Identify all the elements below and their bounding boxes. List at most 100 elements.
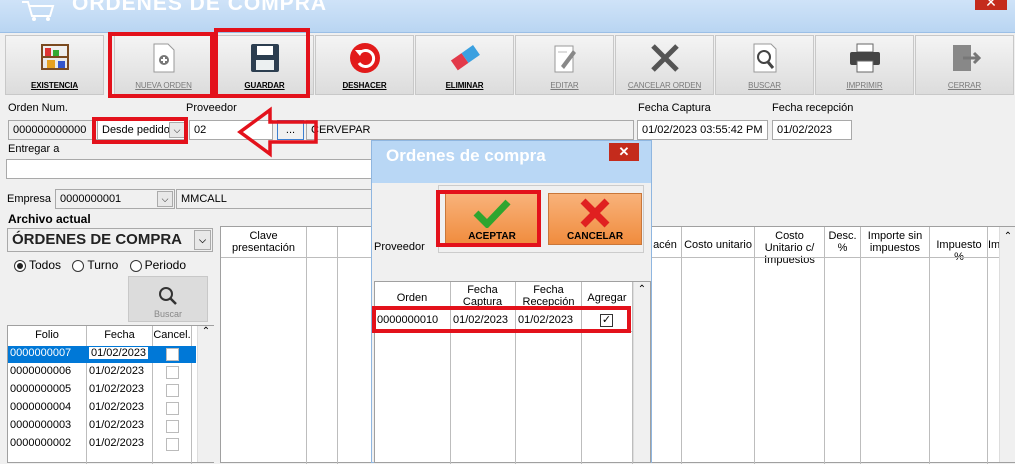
x-icon [650, 44, 679, 72]
row-fecha: 01/02/2023 [89, 419, 145, 431]
eraser-icon [450, 45, 480, 71]
col-importe-sin-impuestos: Importe sin impuestos [861, 230, 929, 254]
fecha-recepcion-field[interactable]: 01/02/2023 [772, 120, 852, 140]
buscar-label: BUSCAR [748, 81, 781, 90]
row-fecha: 01/02/2023 [89, 347, 149, 359]
shelf-icon [40, 44, 69, 70]
chevron-up-icon: ⌃ [637, 284, 647, 295]
detail-scrollbar[interactable]: ⌃ [999, 227, 1015, 462]
dialog-proveedor-label: Proveedor [374, 241, 425, 253]
chevron-down-icon: ⌵ [194, 230, 211, 250]
annotation-box [92, 117, 188, 144]
row-folio: 0000000007 [10, 347, 72, 359]
col-costo-unitario-imp: Costo Unitario c/ Impuestos [755, 230, 824, 266]
empresa-code-value: 0000000001 [60, 193, 122, 205]
radio-turno-circle [72, 259, 85, 272]
folios-scrollbar[interactable]: ⌃ [197, 326, 214, 462]
edit-icon [554, 45, 576, 73]
archivo-actual-label: Archivo actual [8, 212, 91, 226]
archivo-buscar-button[interactable]: Buscar [128, 276, 208, 322]
cancelar-orden-button[interactable]: CANCELAR ORDEN [615, 35, 714, 95]
archivo-actual-select[interactable]: ÓRDENES DE COMPRA ⌵ [7, 228, 213, 252]
radio-periodo[interactable]: Periodo [129, 258, 186, 272]
existencia-button[interactable]: EXISTENCIA [5, 35, 104, 95]
fecha-recepcion-label: Fecha recepción [772, 102, 854, 114]
orden-num-field: 000000000000 [8, 120, 98, 140]
empresa-name-field: MMCALL [176, 189, 374, 209]
dialog-close-button[interactable]: ✕ [609, 143, 639, 161]
row-cancel-checkbox[interactable] [166, 402, 179, 415]
row-cancel-checkbox[interactable] [166, 348, 179, 361]
chevron-down-icon: ⌵ [157, 191, 173, 207]
col-fecha: Fecha [87, 329, 152, 341]
col-almacen: acén [649, 239, 681, 251]
empresa-code-field[interactable]: 0000000001 ⌵ [55, 189, 175, 209]
col-costo-unitario: Costo unitario [682, 239, 754, 251]
col-fecha-captura: Fecha Captura [451, 284, 514, 308]
row-cancel-checkbox[interactable] [166, 366, 179, 379]
col-cancel: Cancel. [153, 329, 191, 341]
col-fecha-recepcion: Fecha Recepción [516, 284, 581, 308]
shopping-cart-icon [22, 1, 55, 21]
entregar-label: Entregar a [8, 143, 60, 155]
row-cancel-checkbox[interactable] [166, 384, 179, 397]
cancelar-button[interactable]: CANCELAR [548, 193, 642, 245]
archivo-actual-value: ÓRDENES DE COMPRA [12, 231, 183, 248]
annotation-box [372, 306, 631, 333]
exit-door-icon [952, 45, 981, 71]
cerrar-label: CERRAR [947, 81, 982, 90]
radio-turno[interactable]: Turno [72, 258, 118, 272]
radio-turno-label: Turno [87, 258, 119, 272]
dialog-title-bar: Ordenes de compra ✕ [372, 141, 651, 183]
row-fecha: 01/02/2023 [89, 437, 145, 449]
editar-button[interactable]: EDITAR [515, 35, 614, 95]
row-cancel-checkbox[interactable] [166, 420, 179, 433]
cancelar-label: CANCELAR [566, 231, 624, 242]
radio-todos-label: Todos [29, 258, 62, 272]
col-desc: Desc. % [825, 230, 860, 254]
archivo-buscar-label: Buscar [153, 309, 182, 319]
col-orden: Orden [375, 292, 449, 304]
row-folio[interactable]: 0000000004 [10, 401, 71, 413]
row-fecha: 01/02/2023 [89, 383, 145, 395]
imprimir-label: IMPRIMIR [846, 81, 883, 90]
empresa-label: Empresa [7, 193, 52, 205]
row-folio[interactable]: 0000000006 [10, 365, 71, 377]
row-folio[interactable]: 0000000002 [10, 437, 71, 449]
row-folio[interactable]: 0000000005 [10, 383, 71, 395]
fecha-captura-field[interactable]: 01/02/2023 03:55:42 PM [637, 120, 768, 140]
entregar-field[interactable] [6, 159, 374, 179]
cancelar-orden-label: CANCELAR ORDEN [627, 81, 702, 90]
cerrar-button[interactable]: CERRAR [915, 35, 1014, 95]
eliminar-label: ELIMINAR [445, 81, 484, 90]
annotation-box [108, 32, 214, 98]
ordenes-scrollbar[interactable]: ⌃ [633, 282, 650, 462]
proveedor-name-field: CERVEPAR [306, 120, 634, 140]
ordenes-compra-dialog: Ordenes de compra ✕ ACEPTAR CANCELAR Pro… [371, 140, 652, 464]
annotation-box [214, 28, 310, 98]
search-icon [159, 287, 177, 305]
existencia-label: EXISTENCIA [30, 81, 78, 90]
row-cancel-checkbox[interactable] [166, 438, 179, 451]
annotation-box [436, 190, 541, 247]
radio-todos[interactable]: Todos [14, 258, 61, 272]
radio-periodo-circle [129, 259, 142, 272]
deshacer-button[interactable]: DESHACER [315, 35, 414, 95]
buscar-button[interactable]: BUSCAR [715, 35, 814, 95]
row-folio[interactable]: 0000000003 [10, 419, 71, 431]
x-icon [580, 198, 610, 228]
annotation-arrow [237, 106, 318, 158]
radio-todos-circle [14, 259, 26, 272]
dialog-title: Ordenes de compra [386, 146, 546, 165]
row-fecha: 01/02/2023 [89, 365, 145, 377]
col-clave-presentacion: Clave presentación [221, 230, 306, 254]
window-close-button[interactable]: ✕ [975, 0, 1007, 10]
imprimir-button[interactable]: IMPRIMIR [815, 35, 914, 95]
chevron-up-icon: ⌃ [201, 326, 211, 337]
row-fecha: 01/02/2023 [89, 401, 145, 413]
editar-label: EDITAR [550, 81, 579, 90]
fecha-captura-label: Fecha Captura [638, 102, 711, 114]
col-folio: Folio [8, 329, 86, 341]
eliminar-button[interactable]: ELIMINAR [415, 35, 514, 95]
undo-icon [349, 43, 380, 73]
